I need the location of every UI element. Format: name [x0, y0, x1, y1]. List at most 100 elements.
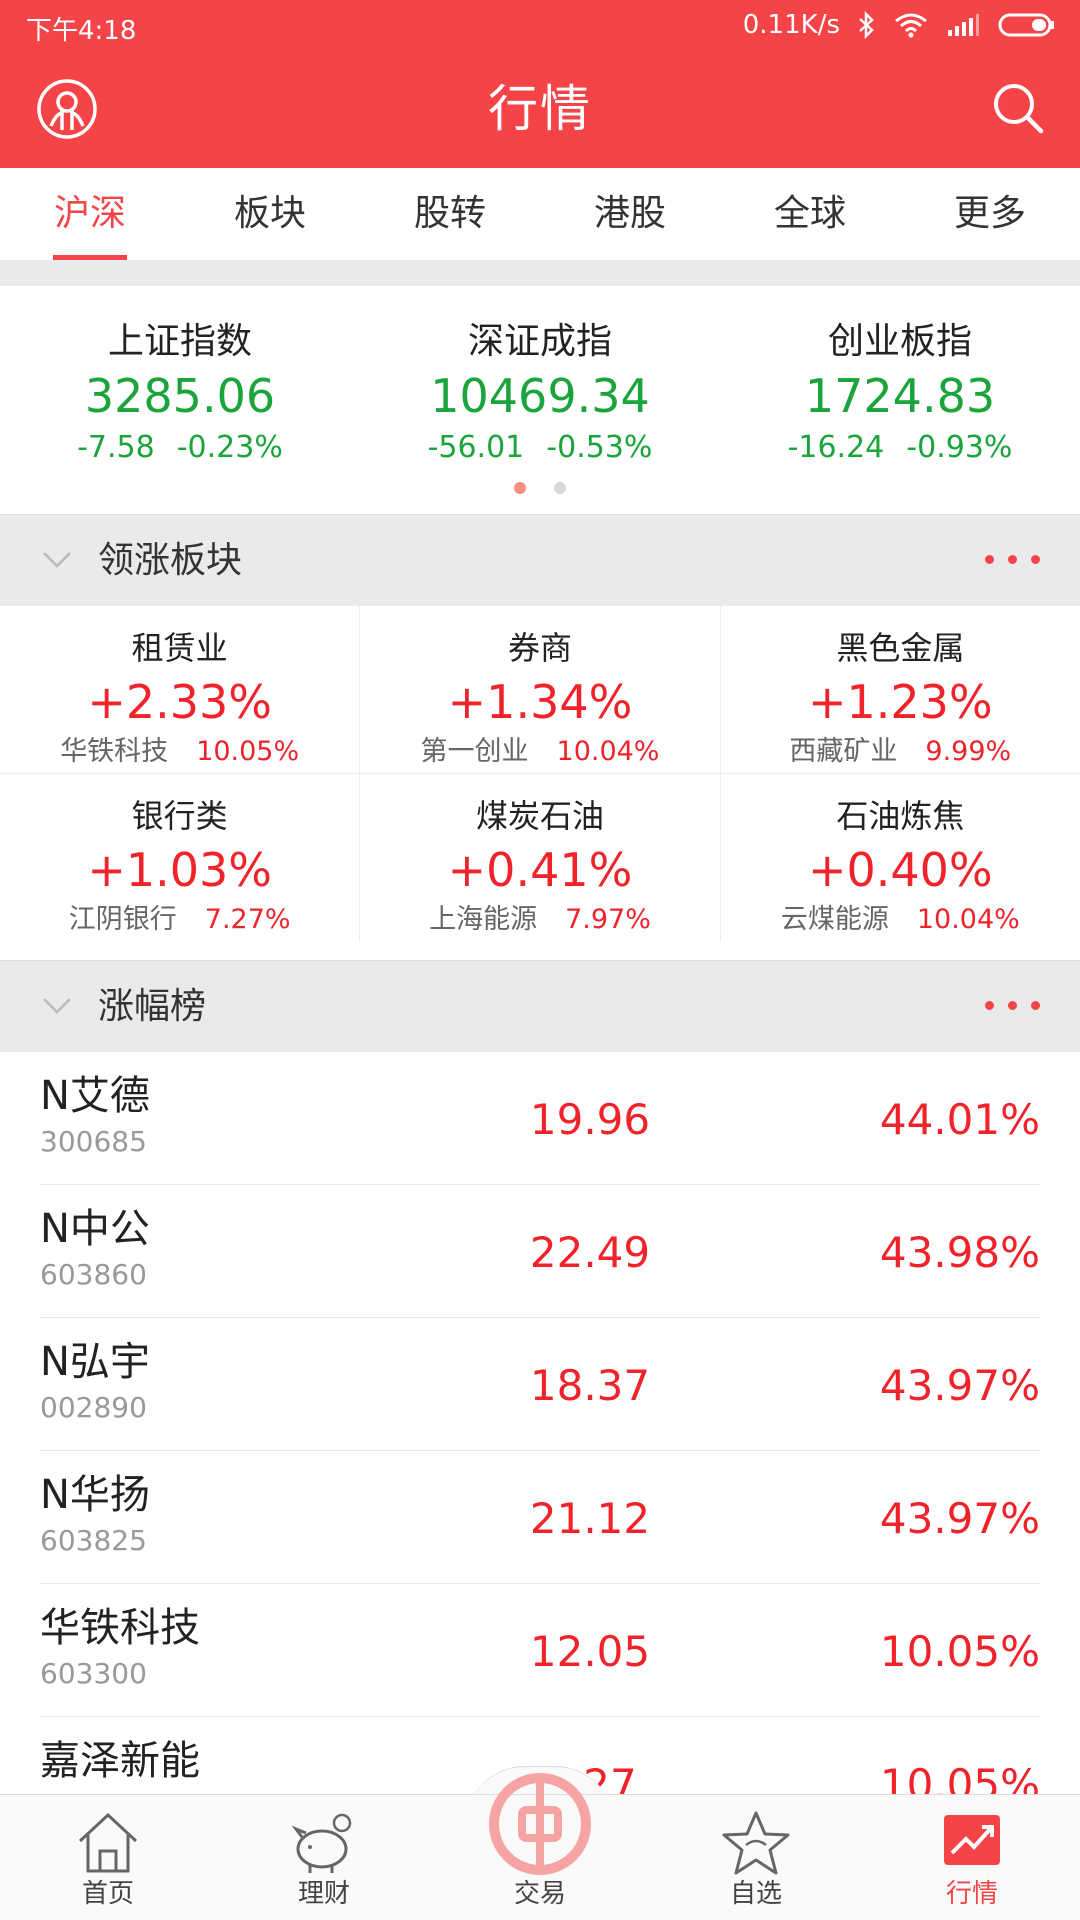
- stock-change-percent: 10.05%: [879, 1760, 1040, 1794]
- sector-leader: 华铁科技 10.05%: [0, 734, 359, 770]
- leader-percent: 10.04%: [916, 904, 1020, 935]
- index-change: -56.01 -0.53%: [360, 428, 720, 468]
- stock-row[interactable]: N弘宇 002890 18.37 43.97%: [40, 1318, 1040, 1451]
- sector-cell[interactable]: 银行类 +1.03% 江阴银行 7.27%: [0, 774, 361, 942]
- nav-label: 交易: [513, 1879, 566, 1909]
- sector-name: 券商: [507, 629, 572, 667]
- stock-change-percent: 44.01%: [879, 1095, 1040, 1144]
- stock-change-percent: 43.98%: [879, 1228, 1040, 1277]
- stock-row[interactable]: N中公 603860 22.49 43.98%: [40, 1185, 1040, 1318]
- more-options-icon[interactable]: [985, 555, 1040, 564]
- stock-row[interactable]: 华铁科技 603300 12.05 10.05%: [40, 1584, 1040, 1717]
- sector-leader: 西藏矿业 9.99%: [721, 734, 1080, 770]
- index-card-szse[interactable]: 深证成指 10469.34 -56.01 -0.53%: [360, 286, 720, 514]
- stock-name: N中公: [40, 1206, 150, 1252]
- index-change-points: -56.01: [427, 430, 525, 465]
- stock-code: 002890: [40, 1391, 147, 1424]
- sector-cell[interactable]: 租赁业 +2.33% 华铁科技 10.05%: [0, 606, 361, 773]
- nav-label: 行情: [945, 1879, 998, 1909]
- sector-row: 租赁业 +2.33% 华铁科技 10.05% 券商 +1.34% 第一创业 10.0…: [0, 606, 1080, 774]
- sector-change: +2.33%: [87, 675, 272, 729]
- sector-cell[interactable]: 券商 +1.34% 第一创业 10.04%: [360, 606, 721, 773]
- index-name: 创业板指: [827, 321, 972, 362]
- leader-percent: 7.27%: [204, 904, 291, 935]
- stock-name: 嘉泽新能: [40, 1738, 200, 1784]
- bank-logo-icon[interactable]: [486, 1770, 594, 1878]
- nav-item-market[interactable]: 行情: [864, 1795, 1080, 1920]
- nav-label: 自选: [729, 1879, 782, 1909]
- index-change-points: -16.24: [787, 430, 885, 465]
- index-name: 深证成指: [467, 321, 612, 362]
- sector-name: 银行类: [131, 797, 228, 835]
- sector-cell[interactable]: 煤炭石油 +0.41% 上海能源 7.97%: [360, 774, 721, 942]
- stock-name: N艾德: [40, 1073, 150, 1119]
- stock-change-percent: 10.05%: [879, 1627, 1040, 1676]
- piggy-bank-icon: [291, 1813, 352, 1873]
- sector-leader: 上海能源 7.97%: [360, 902, 719, 938]
- index-change: -7.58 -0.23%: [0, 428, 360, 468]
- chevron-down-icon: [43, 998, 71, 1014]
- index-change: -16.24 -0.93%: [720, 428, 1080, 468]
- stock-name: N弘宇: [40, 1339, 150, 1385]
- index-change-percent: -0.93%: [906, 430, 1013, 465]
- status-indicators: 0.11K/s: [743, 10, 1056, 40]
- sector-name: 租赁业: [131, 629, 228, 667]
- index-change-points: -7.58: [77, 430, 155, 465]
- stock-price: 12.05: [529, 1627, 651, 1676]
- tab-shanghai-shenzhen[interactable]: 沪深: [0, 168, 180, 260]
- index-card-chinext[interactable]: 创业板指 1724.83 -16.24 -0.93%: [720, 286, 1080, 514]
- index-value: 10469.34: [430, 369, 650, 423]
- index-card-sse[interactable]: 上证指数 3285.06 -7.58 -0.23%: [0, 286, 360, 514]
- tab-global[interactable]: 全球: [720, 168, 900, 260]
- tab-sectors[interactable]: 板块: [180, 168, 360, 260]
- network-speed: 0.11K/s: [742, 10, 840, 40]
- sector-change: +0.40%: [807, 843, 993, 897]
- index-change-percent: -0.53%: [546, 430, 653, 465]
- nav-label: 理财: [297, 1879, 350, 1909]
- search-icon[interactable]: [990, 80, 1046, 136]
- stock-price: 22.49: [529, 1228, 651, 1277]
- stock-price: 21.12: [529, 1494, 651, 1543]
- section-header-top-gainers[interactable]: 涨幅榜: [0, 960, 1080, 1052]
- stock-code: 603300: [40, 1657, 147, 1690]
- sector-name: 石油炼焦: [836, 797, 965, 835]
- tab-neeq[interactable]: 股转: [360, 168, 540, 260]
- sector-cell[interactable]: 石油炼焦 +0.40% 云煤能源 10.04%: [721, 774, 1080, 942]
- stock-row[interactable]: N华扬 603825 21.12 43.97%: [40, 1451, 1040, 1584]
- page-dot: [554, 482, 566, 494]
- market-tabs: 沪深 板块 股转 港股 全球 更多: [0, 168, 1080, 260]
- status-bar: 下午4:18 0.11K/s: [0, 0, 1080, 50]
- section-header-leading-sectors[interactable]: 领涨板块: [0, 514, 1080, 606]
- stock-row[interactable]: N艾德 300685 19.96 44.01%: [40, 1052, 1040, 1185]
- leader-name: 西藏矿业: [789, 736, 898, 767]
- signal-icon: [948, 14, 979, 36]
- leader-percent: 9.99%: [925, 736, 1012, 767]
- leader-percent: 10.04%: [556, 736, 660, 767]
- tab-hk-stocks[interactable]: 港股: [540, 168, 720, 260]
- sector-change: +1.03%: [87, 843, 272, 897]
- tab-more[interactable]: 更多: [900, 168, 1080, 260]
- star-icon: [722, 1811, 790, 1875]
- sector-change: +1.23%: [807, 675, 993, 729]
- page-title: 行情: [488, 80, 592, 138]
- nav-item-watchlist[interactable]: 自选: [648, 1795, 864, 1920]
- stock-code: 603860: [40, 1258, 147, 1291]
- top-gainers-list: N艾德 300685 19.96 44.01% N中公 603860 22.49…: [0, 1052, 1080, 1794]
- nav-item-wealth[interactable]: 理财: [216, 1795, 432, 1920]
- leader-percent: 10.05%: [196, 736, 300, 767]
- nav-item-home[interactable]: 首页: [0, 1795, 216, 1920]
- sector-leader: 江阴银行 7.27%: [0, 902, 359, 938]
- sector-cell[interactable]: 黑色金属 +1.23% 西藏矿业 9.99%: [721, 606, 1080, 773]
- stock-name: 华铁科技: [40, 1605, 200, 1651]
- leader-name: 华铁科技: [60, 736, 169, 767]
- index-name: 上证指数: [107, 321, 252, 362]
- leading-sectors-grid: 租赁业 +2.33% 华铁科技 10.05% 券商 +1.34% 第一创业 10.0…: [0, 606, 1080, 960]
- more-options-icon[interactable]: [985, 1001, 1040, 1010]
- section-title: 涨幅榜: [98, 986, 207, 1027]
- index-change-percent: -0.23%: [176, 430, 283, 465]
- sector-change: +0.41%: [447, 843, 633, 897]
- leader-name: 上海能源: [429, 904, 538, 935]
- index-carousel[interactable]: 上证指数 3285.06 -7.58 -0.23% 深证成指 10469.34 -…: [0, 286, 1080, 514]
- stock-name: N华扬: [40, 1472, 150, 1518]
- chevron-down-icon: [43, 552, 71, 568]
